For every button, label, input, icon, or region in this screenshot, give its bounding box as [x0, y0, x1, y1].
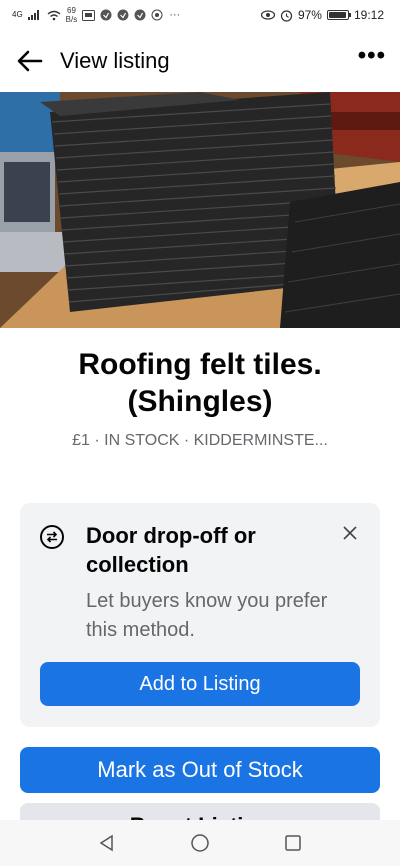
status-right: 97% 19:12	[260, 8, 384, 22]
signal-icon	[27, 10, 39, 20]
exchange-arrows-icon	[40, 525, 64, 549]
card-description: Let buyers know you prefer this method.	[86, 590, 328, 641]
vpn-icon	[100, 9, 112, 21]
eye-icon	[260, 10, 275, 20]
square-recents-icon	[285, 835, 302, 851]
battery-icon	[326, 10, 351, 20]
listing-title: Roofing felt tiles. (Shingles)	[78, 348, 322, 418]
close-card-button[interactable]	[338, 521, 362, 545]
triangle-back-icon	[99, 834, 113, 852]
nav-recents-button[interactable]	[278, 828, 308, 858]
back-button[interactable]	[14, 45, 46, 77]
battery-percent: 97%	[297, 8, 322, 22]
more-notifications: ···	[169, 9, 181, 21]
back-arrow-icon	[17, 50, 43, 72]
wifi-icon	[47, 10, 61, 20]
add-to-listing-button[interactable]: Add to Listing	[40, 662, 360, 706]
network-speed: 69 B/s	[66, 6, 78, 24]
listing-photo-image	[0, 92, 400, 328]
alarm-icon	[280, 9, 293, 22]
vpn-icon-3	[134, 9, 146, 21]
speed-value: 69	[67, 6, 76, 15]
page-title: View listing	[60, 48, 170, 73]
battery-fill	[328, 12, 346, 18]
listing-photo[interactable]	[0, 92, 400, 328]
mark-out-of-stock-button[interactable]: Mark as Out of Stock	[20, 747, 380, 793]
card-title: Door drop-off or collection	[86, 523, 256, 577]
network-type: 4G	[12, 10, 23, 19]
speed-unit: B/s	[65, 15, 78, 24]
vpn-icon-2	[117, 9, 129, 21]
delivery-method-card: Door drop-off or collection Let buyers k…	[20, 503, 380, 727]
nav-home-button[interactable]	[185, 828, 215, 858]
system-navigation-bar	[0, 820, 400, 866]
close-icon	[343, 526, 357, 540]
status-left: 4G 69 B/s ···	[12, 6, 180, 24]
clock: 19:12	[353, 8, 384, 22]
screen-record-icon	[82, 9, 96, 21]
circle-home-icon	[191, 834, 209, 852]
app-header: View listing •••	[0, 30, 400, 92]
status-bar: 4G 69 B/s ··· 97% 19:12	[0, 0, 400, 30]
nav-back-button[interactable]	[92, 828, 122, 858]
more-options-button[interactable]: •••	[358, 42, 386, 80]
listing-meta: £1 · IN STOCK · KIDDERMINSTE...	[72, 432, 328, 449]
hotspot-icon	[151, 9, 163, 21]
exchange-arrows-glyph	[46, 531, 58, 543]
